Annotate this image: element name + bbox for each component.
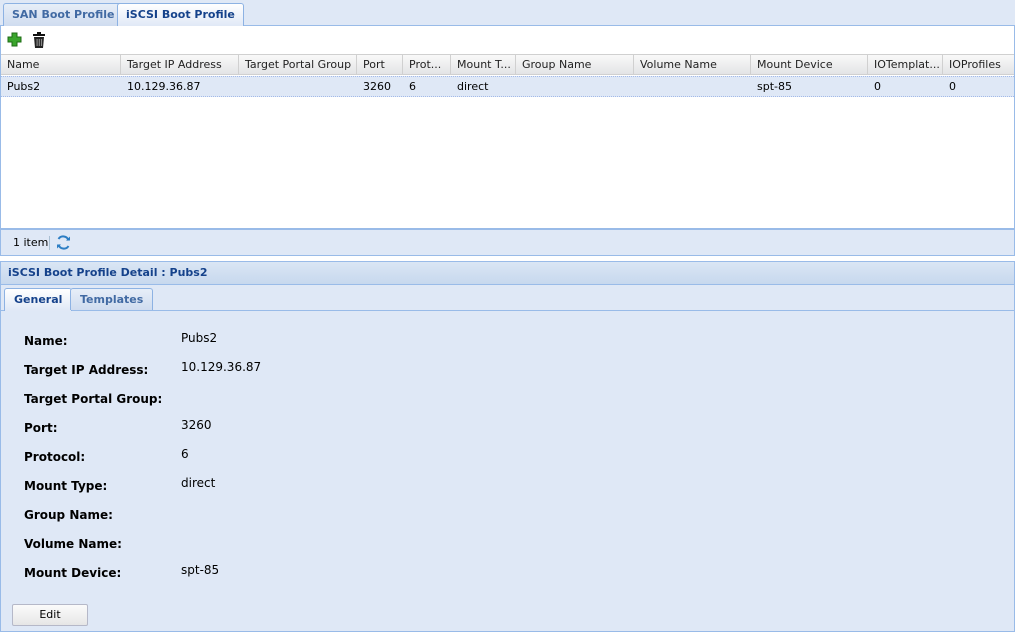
label-port: Port:	[24, 421, 58, 435]
add-button[interactable]	[6, 31, 24, 49]
column-header-volume-name[interactable]: Volume Name	[634, 55, 751, 75]
column-header-mount-device[interactable]: Mount Device	[751, 55, 868, 75]
cell-mount-device: spt-85	[757, 80, 792, 93]
refresh-button[interactable]	[55, 234, 72, 251]
divider	[49, 236, 50, 250]
cell-protocol: 6	[409, 80, 416, 93]
value-protocol: 6	[181, 447, 189, 461]
value-port: 3260	[181, 418, 212, 432]
detail-panel: iSCSI Boot Profile Detail : Pubs2 Genera…	[0, 261, 1015, 632]
label-volume-name: Volume Name:	[24, 537, 122, 551]
tab-templates[interactable]: Templates	[70, 288, 154, 310]
label-protocol: Protocol:	[24, 450, 86, 464]
cell-group-name	[516, 77, 634, 96]
cell-io-templates: 0	[874, 80, 881, 93]
paging-bar: 1 item	[0, 229, 1015, 256]
detail-tab-strip: General Templates	[1, 285, 1014, 311]
cell-port: 3260	[363, 80, 391, 93]
column-header-mount-type[interactable]: Mount T...	[451, 55, 516, 75]
column-header-target-ip[interactable]: Target IP Address	[121, 55, 239, 75]
column-header-name[interactable]: Name	[1, 55, 121, 75]
refresh-icon	[57, 235, 70, 250]
cell-name: Pubs2	[7, 80, 41, 93]
add-icon	[7, 32, 22, 47]
value-mount-device: spt-85	[181, 563, 220, 577]
tab-iscsi-boot-profile[interactable]: iSCSI Boot Profile	[117, 3, 244, 27]
label-name: Name:	[24, 334, 68, 348]
detail-title: iSCSI Boot Profile Detail : Pubs2	[1, 262, 1014, 285]
label-target-portal-group: Target Portal Group:	[24, 392, 163, 406]
value-target-ip: 10.129.36.87	[181, 360, 262, 374]
column-header-group-name[interactable]: Group Name	[516, 55, 634, 75]
label-mount-type: Mount Type:	[24, 479, 108, 493]
delete-button[interactable]	[30, 31, 48, 49]
column-header-io-templates[interactable]: IOTemplat...	[868, 55, 943, 75]
column-header-io-profiles[interactable]: IOProfiles	[943, 55, 1014, 75]
cell-target-ip: 10.129.36.87	[127, 80, 201, 93]
item-count: 1 item	[13, 236, 49, 249]
iscsi-profile-grid: Name Target IP Address Target Portal Gro…	[0, 54, 1015, 229]
cell-mount-type: direct	[457, 80, 489, 93]
value-name: Pubs2	[181, 331, 218, 345]
value-mount-type: direct	[181, 476, 216, 490]
cell-volume-name	[634, 77, 751, 96]
grid-toolbar	[0, 26, 1015, 54]
tab-general[interactable]: General	[4, 288, 73, 311]
trash-icon	[33, 32, 45, 48]
cell-io-profiles: 0	[949, 80, 956, 93]
label-group-name: Group Name:	[24, 508, 113, 522]
column-header-protocol[interactable]: Prot...	[403, 55, 451, 75]
tab-san-boot-profile[interactable]: SAN Boot Profile	[3, 3, 124, 26]
label-mount-device: Mount Device:	[24, 566, 122, 580]
grid-header: Name Target IP Address Target Portal Gro…	[1, 54, 1014, 75]
column-header-target-portal-group[interactable]: Target Portal Group	[239, 55, 357, 75]
edit-button[interactable]: Edit	[12, 604, 88, 626]
top-tab-strip: SAN Boot Profile iSCSI Boot Profile	[0, 0, 1015, 27]
column-header-port[interactable]: Port	[357, 55, 403, 75]
general-form: Name: Pubs2 Target IP Address: 10.129.36…	[1, 312, 1014, 631]
cell-target-portal-group	[239, 77, 357, 96]
table-row[interactable]: Pubs2 10.129.36.87 3260 6 direct spt-85 …	[1, 76, 1014, 97]
label-target-ip: Target IP Address:	[24, 363, 149, 377]
